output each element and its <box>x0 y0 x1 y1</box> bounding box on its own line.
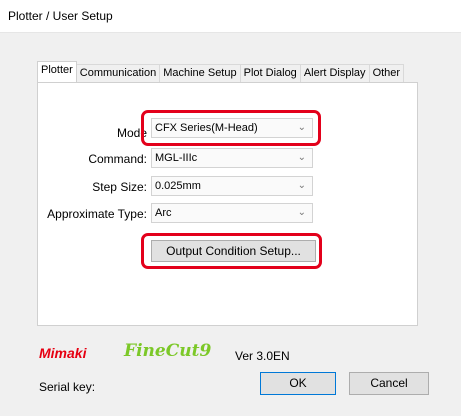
step-size-value: 0.025mm <box>155 180 201 192</box>
chevron-down-icon: ⌄ <box>297 180 306 191</box>
chevron-down-icon: ⌄ <box>297 207 306 218</box>
window-title: Plotter / User Setup <box>8 9 113 23</box>
approximate-type-select[interactable]: Arc ⌄ <box>151 203 313 223</box>
tab-communication[interactable]: Communication <box>75 64 161 82</box>
ok-button[interactable]: OK <box>260 372 336 395</box>
chevron-down-icon: ⌄ <box>297 152 306 163</box>
serial-key-label: Serial key: <box>39 380 96 394</box>
step-size-label: Step Size: <box>92 180 147 194</box>
tab-machine-setup[interactable]: Machine Setup <box>159 64 241 82</box>
approximate-type-value: Arc <box>155 207 172 219</box>
command-label: Command: <box>88 152 147 166</box>
tab-alert-display[interactable]: Alert Display <box>299 64 370 82</box>
tab-strip: Plotter Communication Machine Setup Plot… <box>37 61 405 82</box>
tab-plotter[interactable]: Plotter <box>37 61 77 82</box>
step-size-select[interactable]: 0.025mm ⌄ <box>151 176 313 196</box>
tab-plot-dialog[interactable]: Plot Dialog <box>239 64 301 82</box>
command-value: MGL-IIIc <box>155 152 198 164</box>
version-text: Ver 3.0EN <box>235 349 290 363</box>
title-bar: Plotter / User Setup <box>0 0 461 33</box>
cancel-button[interactable]: Cancel <box>349 372 429 395</box>
output-button-highlight-frame <box>141 233 322 269</box>
command-select[interactable]: MGL-IIIc ⌄ <box>151 148 313 168</box>
finecut-logo: FineCut9 <box>124 341 212 361</box>
tab-other[interactable]: Other <box>368 64 405 82</box>
approximate-type-label: Approximate Type: <box>47 207 147 221</box>
mimaki-logo: Mimaki <box>39 345 87 361</box>
mode-highlight-frame <box>141 110 321 146</box>
